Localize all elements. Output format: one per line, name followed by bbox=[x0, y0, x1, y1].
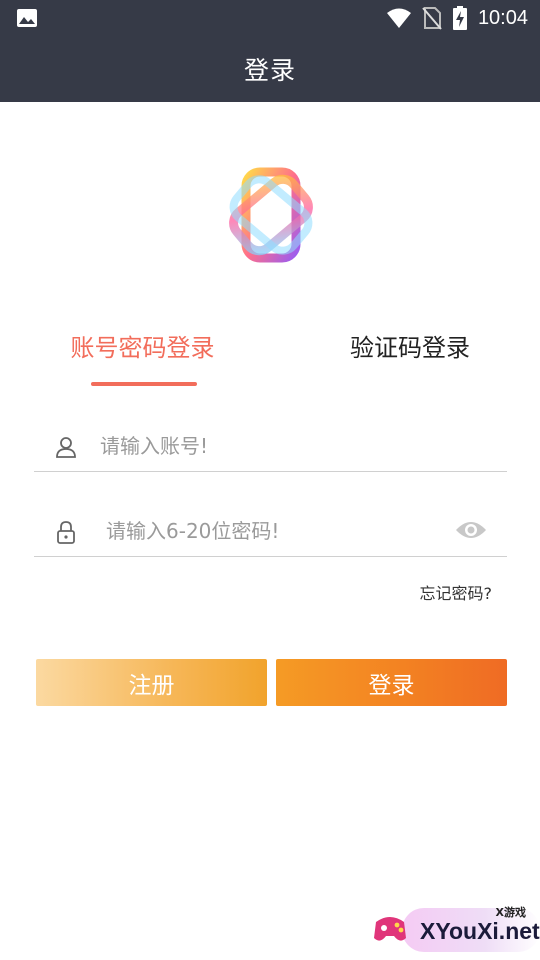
password-field bbox=[34, 508, 507, 557]
active-tab-indicator bbox=[91, 382, 197, 386]
lock-icon bbox=[57, 521, 75, 544]
no-sim-icon bbox=[422, 7, 442, 30]
wifi-icon bbox=[386, 8, 411, 28]
gamepad-icon bbox=[374, 917, 406, 941]
watermark: X游戏 XYouXi.net bbox=[366, 900, 540, 960]
title-bar: 登录 bbox=[0, 36, 540, 102]
password-input[interactable] bbox=[106, 514, 446, 548]
tab-password-login[interactable]: 账号密码登录 bbox=[40, 328, 245, 368]
user-icon bbox=[56, 437, 76, 458]
forgot-password-link[interactable]: 忘记密码? bbox=[420, 580, 493, 604]
status-bar: 10:04 bbox=[0, 0, 540, 36]
watermark-text: XYouXi.net bbox=[420, 918, 540, 944]
account-field bbox=[34, 423, 507, 472]
battery-charging-icon bbox=[452, 6, 467, 30]
page-title: 登录 bbox=[243, 56, 296, 85]
tab-code-login[interactable]: 验证码登录 bbox=[310, 328, 510, 368]
image-icon bbox=[17, 9, 37, 27]
register-button[interactable]: 注册 bbox=[36, 659, 267, 706]
eye-icon[interactable] bbox=[455, 518, 487, 542]
account-input[interactable] bbox=[100, 429, 440, 463]
login-button[interactable]: 登录 bbox=[276, 659, 507, 706]
app-logo bbox=[229, 167, 313, 263]
status-time: 10:04 bbox=[477, 6, 528, 29]
